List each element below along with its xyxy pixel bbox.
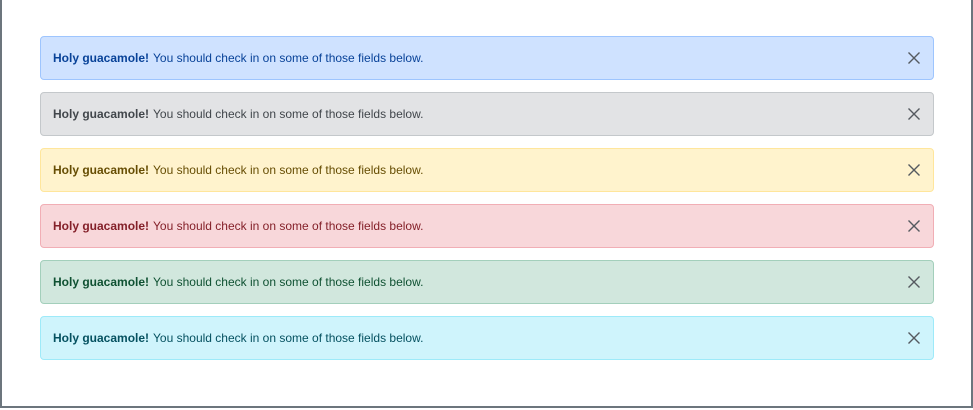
alert-message: You should check in on some of those fie… <box>153 51 424 65</box>
close-icon[interactable] <box>907 107 921 121</box>
alert-info: Holy guacamole! You should check in on s… <box>40 316 934 360</box>
alert-success: Holy guacamole! You should check in on s… <box>40 260 934 304</box>
alert-message: You should check in on some of those fie… <box>153 275 424 289</box>
alert-primary: Holy guacamole! You should check in on s… <box>40 36 934 80</box>
alert-message: You should check in on some of those fie… <box>153 163 424 177</box>
close-icon[interactable] <box>907 51 921 65</box>
page-frame: Holy guacamole! You should check in on s… <box>0 0 973 408</box>
alert-heading: Holy guacamole! <box>53 331 150 345</box>
alert-message: You should check in on some of those fie… <box>153 107 424 121</box>
alert-heading: Holy guacamole! <box>53 107 150 121</box>
alert-warning: Holy guacamole! You should check in on s… <box>40 148 934 192</box>
close-icon[interactable] <box>907 163 921 177</box>
close-icon[interactable] <box>907 331 921 345</box>
alert-stack: Holy guacamole! You should check in on s… <box>40 36 934 372</box>
alert-heading: Holy guacamole! <box>53 219 150 233</box>
alert-secondary: Holy guacamole! You should check in on s… <box>40 92 934 136</box>
alert-heading: Holy guacamole! <box>53 163 150 177</box>
close-icon[interactable] <box>907 275 921 289</box>
alert-heading: Holy guacamole! <box>53 275 150 289</box>
alert-message: You should check in on some of those fie… <box>153 331 424 345</box>
close-icon[interactable] <box>907 219 921 233</box>
alert-danger: Holy guacamole! You should check in on s… <box>40 204 934 248</box>
alert-message: You should check in on some of those fie… <box>153 219 424 233</box>
alert-heading: Holy guacamole! <box>53 51 150 65</box>
